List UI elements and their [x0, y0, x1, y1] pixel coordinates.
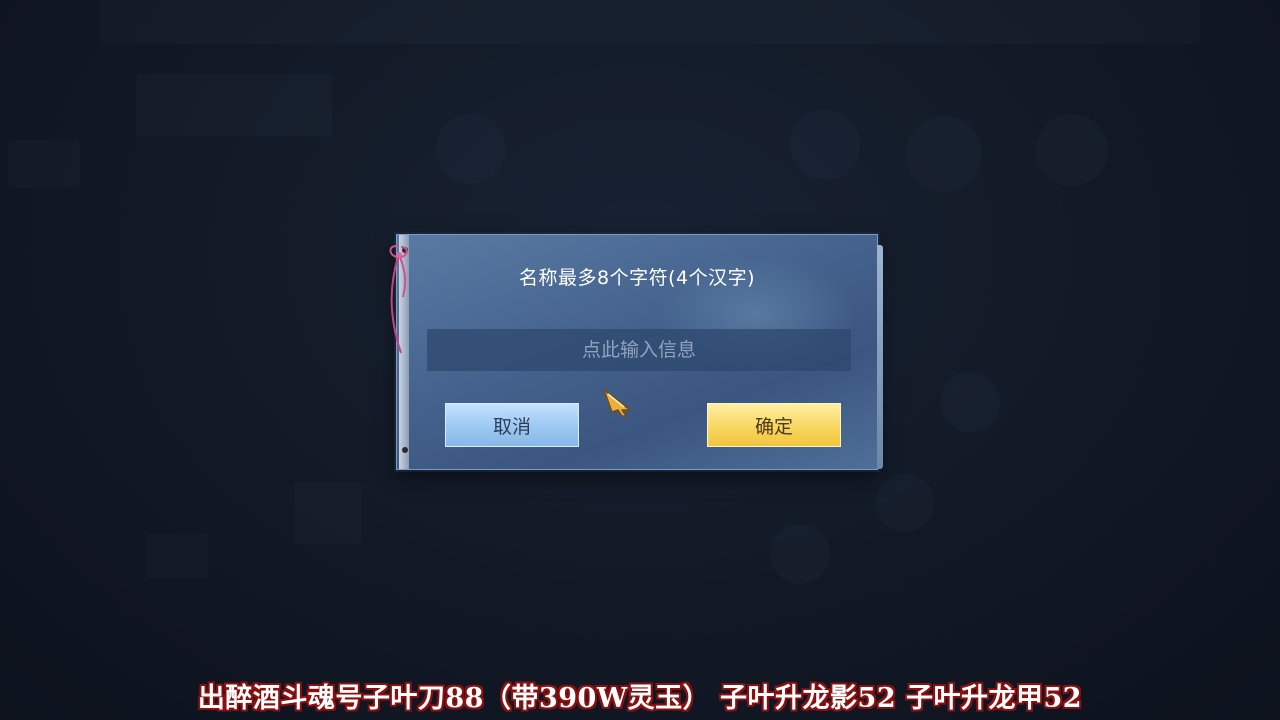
name-input-field[interactable] [427, 329, 851, 371]
ribbon-icon [389, 245, 408, 354]
confirm-button[interactable]: 确定 [707, 403, 841, 447]
cancel-button[interactable]: 取消 [445, 403, 579, 447]
name-input-dialog: 名称最多8个字符(4个汉字) 取消 确定 [389, 234, 883, 470]
promo-caption: 出醉酒斗魂号子叶刀88（带390W灵玉） 子叶升龙影52 子叶升龙甲52 [197, 683, 1083, 714]
rivet-bottom [402, 447, 408, 453]
arrow-cursor-icon [603, 389, 631, 417]
dialog-title: 名称最多8个字符(4个汉字) [518, 267, 755, 289]
game-screen: 名称最多8个字符(4个汉字) 取消 确定 出醉酒斗魂号子叶刀88（带390W灵玉… [0, 0, 1280, 720]
